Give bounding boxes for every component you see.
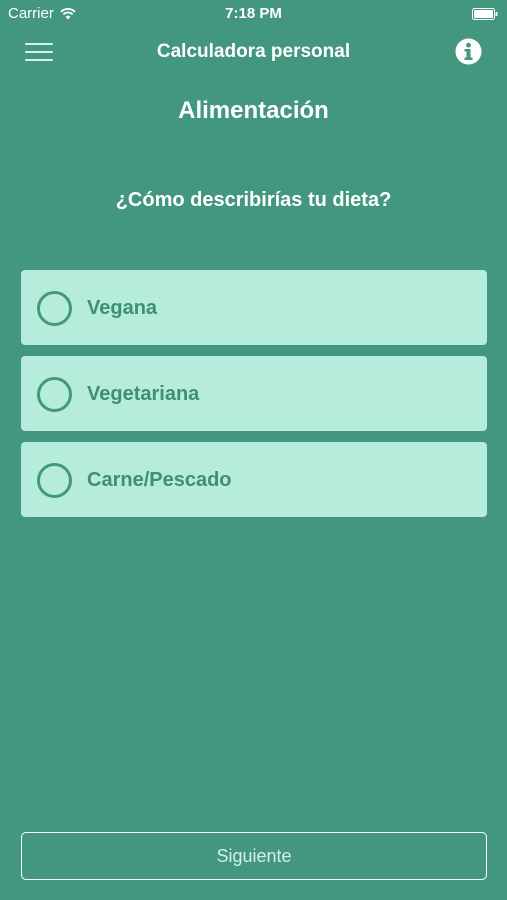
radio-unchecked-icon[interactable]: [37, 463, 72, 498]
option-label: Vegana: [87, 297, 158, 319]
option-vegetariana[interactable]: Vegetariana: [21, 356, 487, 431]
next-button[interactable]: Siguiente: [21, 832, 487, 880]
nav-title: Calculadora personal: [156, 41, 351, 62]
section-title: Alimentación: [178, 97, 329, 124]
status-bar: Carrier 7:18 PM: [0, 0, 507, 28]
info-icon[interactable]: [455, 38, 482, 65]
battery-icon: [472, 8, 498, 20]
radio-unchecked-icon[interactable]: [37, 291, 72, 326]
app-screen: Carrier 7:18 PM Calculadora personal Ali: [0, 0, 507, 900]
diet-options: Vegana Vegetariana Carne/Pescado: [21, 270, 487, 528]
option-carne-pescado[interactable]: Carne/Pescado: [21, 442, 487, 517]
radio-unchecked-icon[interactable]: [37, 377, 72, 412]
option-label: Vegetariana: [87, 383, 200, 405]
status-time: 7:18 PM: [225, 5, 282, 22]
option-label: Carne/Pescado: [87, 469, 232, 491]
question-text: ¿Cómo describirías tu dieta?: [115, 189, 392, 211]
navigation-bar: Calculadora personal: [0, 28, 507, 78]
option-vegana[interactable]: Vegana: [21, 270, 487, 345]
